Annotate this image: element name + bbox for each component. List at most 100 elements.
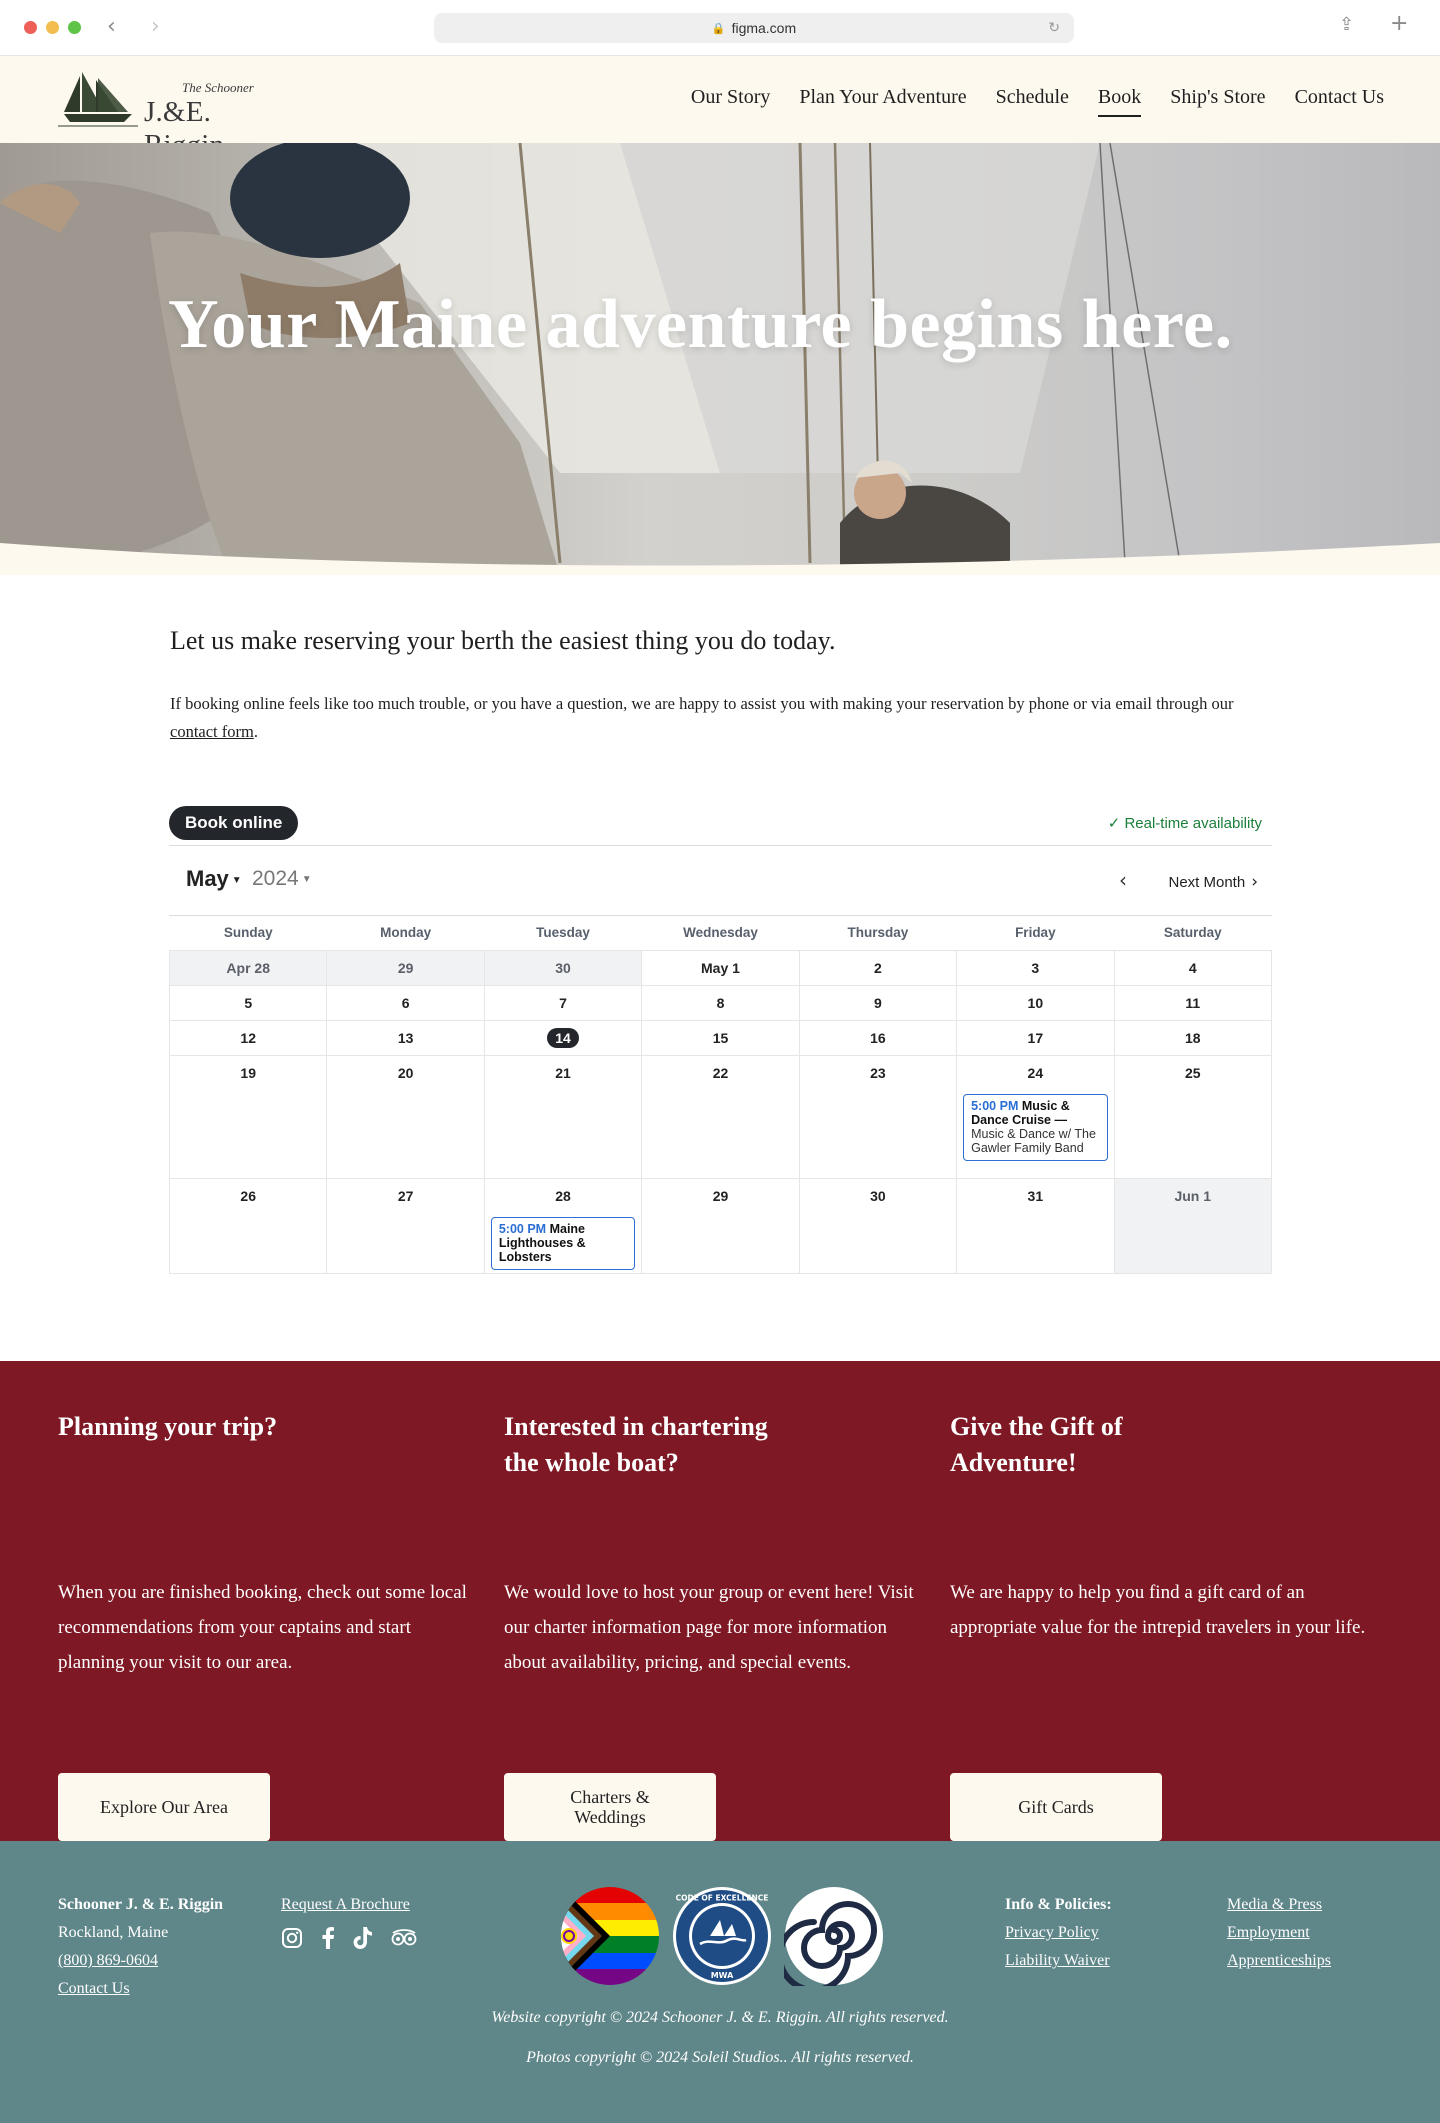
forward-arrow-icon[interactable]: › [151, 14, 160, 39]
next-month-button[interactable]: Next Month › [1168, 872, 1258, 892]
calendar-day-with-event[interactable]: 28 5:00 PM Maine Lighthouses & Lobsters [483, 1177, 643, 1274]
maximize-window-button[interactable] [68, 21, 81, 34]
calendar-day[interactable]: 31 [956, 1177, 1115, 1274]
calendar-day-with-event[interactable]: 24 5:00 PM Music & Dance Cruise — Music … [956, 1054, 1115, 1179]
calendar-day[interactable]: Jun 1 [1113, 1177, 1273, 1274]
tiktok-icon[interactable] [353, 1927, 373, 1949]
calendar-day[interactable]: 6 [326, 984, 485, 1021]
liability-waiver-link[interactable]: Liability Waiver [1005, 1947, 1112, 1975]
facebook-icon[interactable] [321, 1927, 335, 1949]
calendar-day[interactable]: 29 [641, 1177, 800, 1274]
nav-schedule[interactable]: Schedule [996, 86, 1069, 117]
calendar-day[interactable]: 13 [326, 1019, 485, 1056]
site-logo[interactable]: The Schooner J.&E. Riggin [58, 66, 298, 161]
footer-location: Rockland, Maine [58, 1924, 169, 1941]
event-time: 5:00 PM [971, 1098, 1019, 1113]
nav-ships-store[interactable]: Ship's Store [1170, 86, 1265, 117]
browser-toolbar: ‹ › 🔒 figma.com ↻ ⇪ + [0, 0, 1440, 56]
month-select[interactable]: May ▼ [186, 866, 242, 892]
event-description: Music & Dance w/ The Gawler Family Band [971, 1126, 1096, 1155]
minimize-window-button[interactable] [46, 21, 59, 34]
calendar-day[interactable]: 9 [798, 984, 958, 1021]
previous-month-icon[interactable]: ‹ [1119, 868, 1127, 892]
calendar-day[interactable]: 23 [798, 1054, 958, 1179]
footer-phone-link[interactable]: (800) 869-0604 [58, 1947, 223, 1975]
tripadvisor-icon[interactable] [391, 1929, 417, 1947]
calendar-day[interactable]: 22 [641, 1054, 800, 1179]
footer-badges: CODE OF EXCELLENCE MWA [560, 1886, 884, 1986]
gift-cards-button[interactable]: Gift Cards [950, 1773, 1162, 1841]
calendar-day[interactable]: 19 [168, 1054, 328, 1179]
weekday-header: Sunday [223, 925, 273, 941]
cta-charters: Interested in chartering the whole boat? … [504, 1409, 924, 1841]
back-arrow-icon[interactable]: ‹ [107, 14, 116, 39]
chevron-right-icon: › [1251, 872, 1258, 892]
employment-link[interactable]: Employment [1227, 1919, 1331, 1947]
contact-form-link[interactable]: contact form [170, 722, 254, 741]
intro-section: Let us make reserving your berth the eas… [170, 626, 1270, 746]
calendar-day[interactable]: 30 [483, 949, 643, 986]
media-press-link[interactable]: Media & Press [1227, 1891, 1331, 1919]
reload-icon[interactable]: ↻ [1048, 19, 1060, 36]
nav-plan-your-adventure[interactable]: Plan Your Adventure [799, 86, 966, 117]
calendar-day[interactable]: 20 [326, 1054, 485, 1179]
weekday-header: Wednesday [683, 925, 758, 941]
book-online-tab[interactable]: Book online [169, 806, 299, 840]
event-maine-lighthouses[interactable]: 5:00 PM Maine Lighthouses & Lobsters [490, 1216, 636, 1270]
calendar-day[interactable]: 3 [956, 949, 1115, 986]
nav-our-story[interactable]: Our Story [691, 86, 770, 117]
calendar-day[interactable]: 21 [483, 1054, 643, 1179]
calendar-day[interactable]: 17 [956, 1019, 1115, 1056]
hero-title: Your Maine adventure begins here. [168, 286, 1233, 363]
instagram-icon[interactable] [281, 1927, 303, 1949]
calendar-day[interactable]: 10 [956, 984, 1115, 1021]
address-bar[interactable]: 🔒 figma.com ↻ [434, 13, 1074, 43]
calendar-day-today[interactable]: 14 [483, 1019, 643, 1056]
event-music-dance-cruise[interactable]: 5:00 PM Music & Dance Cruise — Music & D… [963, 1093, 1108, 1161]
calendar-day[interactable]: Apr 28 [168, 949, 328, 986]
calendar-day[interactable]: May 1 [641, 949, 800, 986]
calendar-day[interactable]: 2 [798, 949, 958, 986]
charters-button-label: Charters & Weddings [570, 1787, 649, 1827]
mwa-code-of-excellence-badge: CODE OF EXCELLENCE MWA [673, 1887, 771, 1985]
cta-charters-title-line2: the whole boat? [504, 1448, 679, 1477]
nav-contact-us[interactable]: Contact Us [1295, 86, 1384, 117]
close-window-button[interactable] [24, 21, 37, 34]
charters-weddings-button[interactable]: Charters & Weddings [504, 1773, 716, 1841]
weekday-header-row: Sunday Monday Tuesday Wednesday Thursday… [170, 916, 1272, 950]
new-tab-icon[interactable]: + [1390, 11, 1408, 36]
cta-gift: Give the Gift of Adventure! We are happy … [950, 1409, 1370, 1841]
calendar-day[interactable]: 30 [798, 1177, 958, 1274]
calendar-day[interactable]: 27 [326, 1177, 485, 1274]
privacy-policy-link[interactable]: Privacy Policy [1005, 1919, 1112, 1947]
charters-button-line1: Charters & [570, 1787, 650, 1807]
calendar-day[interactable]: 8 [641, 984, 800, 1021]
day-number: 28 [555, 1187, 571, 1204]
footer-brochure: Request A Brochure [281, 1891, 417, 1949]
calendar-day[interactable]: 5 [168, 984, 328, 1021]
calendar-day[interactable]: 4 [1113, 949, 1273, 986]
apprenticeships-link[interactable]: Apprenticeships [1227, 1947, 1331, 1975]
footer-contact-link[interactable]: Contact Us [58, 1975, 223, 2003]
site-footer: Schooner J. & E. Riggin Rockland, Maine … [0, 1841, 1440, 2123]
share-icon[interactable]: ⇪ [1339, 14, 1354, 35]
calendar-day[interactable]: 16 [798, 1019, 958, 1056]
year-select[interactable]: 2024 ▼ [252, 867, 312, 891]
month-caret-icon: ▼ [231, 874, 242, 886]
calendar-day[interactable]: 18 [1113, 1019, 1273, 1056]
calendar-day[interactable]: 7 [483, 984, 643, 1021]
calendar-day[interactable]: 26 [168, 1177, 328, 1274]
calendar-week-row: Apr 28 29 30 May 1 2 3 4 [168, 949, 1273, 986]
cta-charters-title-line1: Interested in chartering [504, 1412, 768, 1441]
calendar-day[interactable]: 29 [326, 949, 485, 986]
calendar-day[interactable]: 11 [1113, 984, 1273, 1021]
calendar-day[interactable]: 12 [168, 1019, 328, 1056]
cta-charters-title: Interested in chartering the whole boat? [504, 1409, 924, 1481]
request-brochure-link[interactable]: Request A Brochure [281, 1891, 417, 1919]
weekday-header: Saturday [1163, 925, 1222, 941]
explore-our-area-button[interactable]: Explore Our Area [58, 1773, 270, 1841]
calendar-day[interactable]: 15 [641, 1019, 800, 1056]
nav-book[interactable]: Book [1097, 86, 1142, 117]
footer-company-name: Schooner J. & E. Riggin [58, 1896, 224, 1913]
calendar-day[interactable]: 25 [1113, 1054, 1273, 1179]
